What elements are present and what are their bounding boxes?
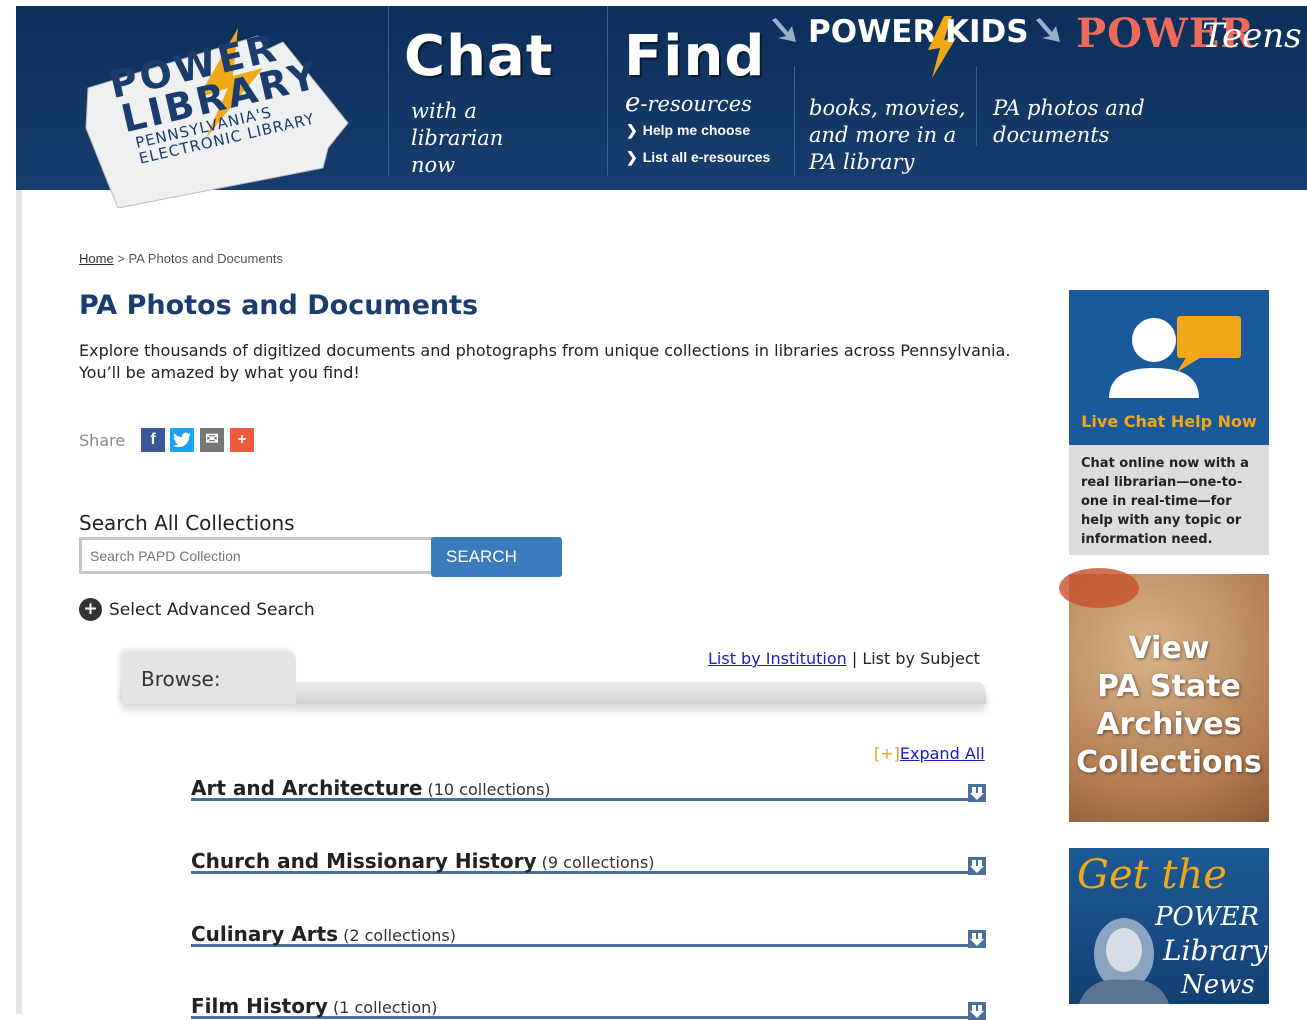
breadcrumb: Home > PA Photos and Documents <box>79 251 283 266</box>
e-resources-label: e-resources <box>625 88 752 118</box>
live-chat-description: Chat online now with a real librarian—on… <box>1081 456 1249 547</box>
photos-line-2[interactable]: documents <box>993 122 1109 149</box>
live-chat-card[interactable]: Live Chat Help Now Chat online now with … <box>1069 290 1269 555</box>
category-row[interactable]: Film History (1 collection) <box>191 994 986 1020</box>
wax-seal-decoration <box>1059 568 1139 608</box>
header-divider <box>976 66 977 146</box>
news-line-4: News <box>1181 970 1255 1000</box>
plus-icon: + <box>237 431 247 448</box>
email-share-button[interactable]: ✉ <box>200 428 224 452</box>
list-by-subject-current: List by Subject <box>862 649 980 668</box>
expand-all[interactable]: [+]Expand All <box>874 744 985 763</box>
chat-title[interactable]: Chat <box>404 24 554 89</box>
chat-person-icon <box>1109 316 1241 398</box>
category-name[interactable]: Art and Architecture <box>191 776 422 800</box>
category-row[interactable]: Church and Missionary History (9 collect… <box>191 849 986 875</box>
header-divider <box>388 6 389 176</box>
breadcrumb-home-link[interactable]: Home <box>79 251 114 266</box>
category-count: (2 collections) <box>343 926 456 945</box>
benjamin-franklin-portrait-icon <box>1079 918 1169 1004</box>
find-title[interactable]: Find <box>624 24 765 89</box>
page-intro: Explore thousands of digitized documents… <box>79 341 1011 382</box>
power-kids-kids: KIDS <box>945 14 1029 50</box>
search-button[interactable]: SEARCH <box>431 537 562 577</box>
chat-subtitle-1: with a <box>411 99 477 123</box>
category-name[interactable]: Culinary Arts <box>191 922 338 946</box>
archives-line-4: Collections <box>1076 745 1262 780</box>
expand-arrow-icon[interactable] <box>968 857 986 875</box>
header-divider <box>794 66 795 176</box>
twitter-bird-icon <box>173 432 191 448</box>
advanced-search-label: Select Advanced Search <box>109 599 315 620</box>
category-count: (10 collections) <box>427 780 551 799</box>
site-header: POWER LIBRARY PENNSYLVANIA'S ELECTRONIC … <box>16 6 1307 209</box>
facebook-share-button[interactable]: f <box>141 428 165 452</box>
email-icon: ✉ <box>205 431 219 448</box>
browse-label: Browse: <box>141 667 221 691</box>
browse-mode-links: List by Institution | List by Subject <box>708 649 980 668</box>
search-title: Search All Collections <box>79 511 295 535</box>
category-name[interactable]: Church and Missionary History <box>191 849 537 873</box>
help-me-choose-link[interactable]: ❯ Help me choose <box>626 122 750 139</box>
news-line-2: POWER <box>1155 902 1260 932</box>
plus-circle-icon: + <box>79 598 102 621</box>
power-library-news-card[interactable]: Get the POWER Library News <box>1069 848 1269 1004</box>
chat-subtitle-3: now <box>411 153 456 177</box>
pa-state-archives-card[interactable]: View PA State Archives Collections <box>1059 568 1269 822</box>
category-count: (1 collection) <box>332 998 438 1017</box>
archives-card-text[interactable]: View PA State Archives Collections <box>1069 630 1269 782</box>
chat-card-banner: Live Chat Help Now <box>1069 290 1269 445</box>
left-border <box>16 190 22 1014</box>
books-line-2[interactable]: and more in a <box>809 122 956 149</box>
more-share-button[interactable]: + <box>230 428 254 452</box>
header-divider <box>607 6 608 176</box>
share-label: Share <box>79 431 126 450</box>
chevron-right-icon: ❯ <box>626 149 638 165</box>
chevron-right-icon: ❯ <box>626 122 638 138</box>
list-by-institution-link[interactable]: List by Institution <box>708 649 847 668</box>
expand-icon: [+] <box>874 744 900 763</box>
expand-all-link[interactable]: Expand All <box>900 744 985 763</box>
list-all-eresources-link[interactable]: ❯ List all e-resources <box>626 149 770 166</box>
power-teens-teens: Teens <box>1202 16 1302 56</box>
search-input[interactable] <box>79 537 439 574</box>
page-title: PA Photos and Documents <box>79 290 479 321</box>
chat-subtitle-2: librarian <box>411 126 504 150</box>
expand-arrow-icon[interactable] <box>968 930 986 948</box>
advanced-search-toggle[interactable]: + Select Advanced Search <box>79 598 315 621</box>
expand-arrow-icon[interactable] <box>968 784 986 802</box>
facebook-icon: f <box>150 431 156 448</box>
books-line-1[interactable]: books, movies, <box>809 95 966 122</box>
archives-line-2: PA State <box>1097 669 1241 704</box>
breadcrumb-current: PA Photos and Documents <box>128 251 283 266</box>
books-line-3[interactable]: PA library <box>809 149 914 176</box>
twitter-share-button[interactable] <box>170 428 194 452</box>
browse-separator: | <box>846 649 863 668</box>
expand-arrow-icon[interactable] <box>968 1002 986 1020</box>
category-row[interactable]: Culinary Arts (2 collections) <box>191 922 986 948</box>
arrow-down-right-icon <box>772 18 796 42</box>
category-row[interactable]: Art and Architecture (10 collections) <box>191 776 986 802</box>
archives-line-3: Archives <box>1096 707 1242 742</box>
photos-line-1[interactable]: PA photos and <box>993 95 1145 122</box>
news-line-1: Get the <box>1077 852 1227 898</box>
news-line-3: Library <box>1163 934 1268 967</box>
category-name[interactable]: Film History <box>191 994 328 1018</box>
arrow-down-right-icon <box>1036 18 1060 42</box>
power-library-logo[interactable]: POWER LIBRARY PENNSYLVANIA'S ELECTRONIC … <box>78 25 368 209</box>
live-chat-title[interactable]: Live Chat Help Now <box>1069 412 1269 431</box>
breadcrumb-separator: > <box>113 251 129 266</box>
category-count: (9 collections) <box>541 853 655 872</box>
archives-line-1: View <box>1128 631 1210 666</box>
power-kids-power: POWER <box>808 14 937 50</box>
